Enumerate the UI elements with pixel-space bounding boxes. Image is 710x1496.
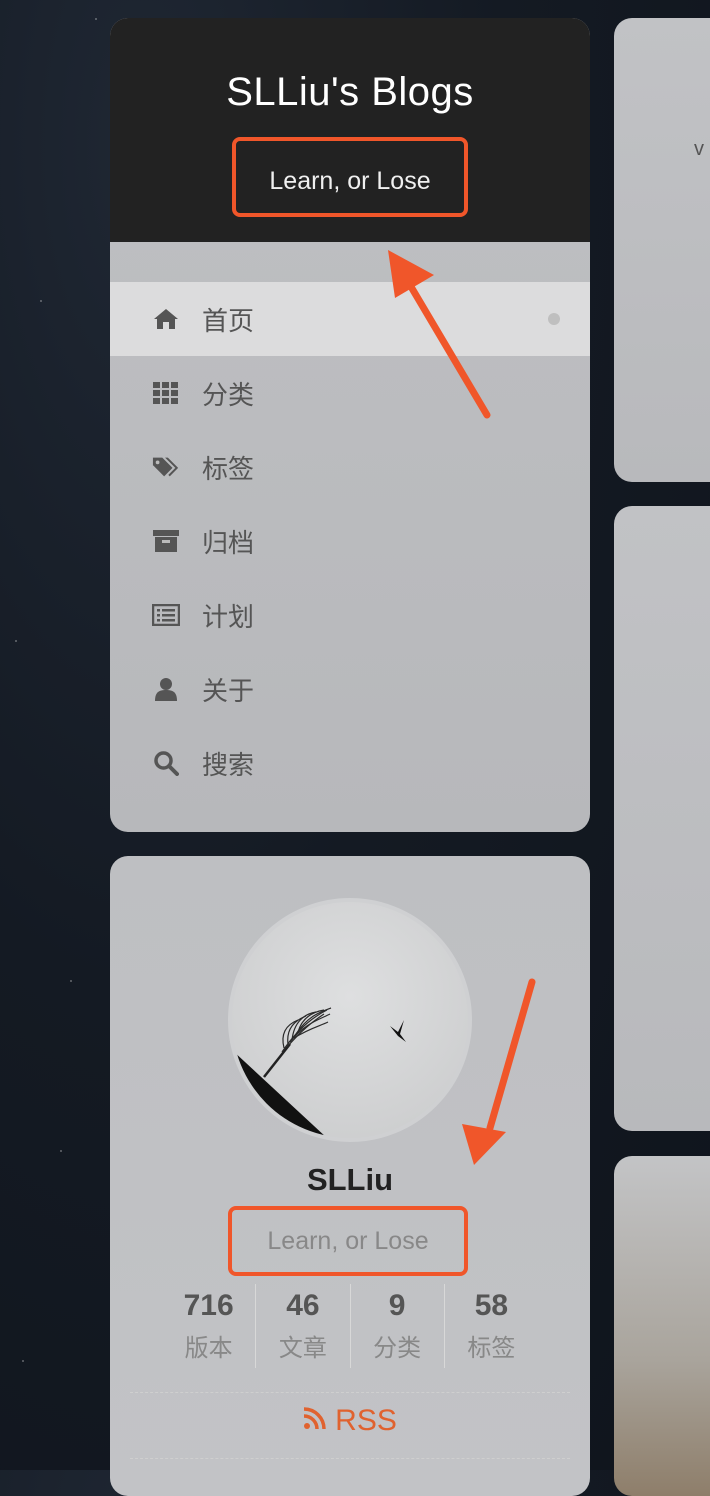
archive-icon (152, 527, 180, 555)
rss-link[interactable]: RSS (110, 1404, 590, 1438)
post-card-text: v (694, 138, 704, 160)
stat-categories[interactable]: 9 分类 (349, 1284, 444, 1368)
stat-label: 文章 (278, 1334, 327, 1362)
menu-item-search[interactable]: 搜索 (110, 726, 590, 800)
rss-icon (303, 1404, 327, 1438)
menu-item-label: 首页 (202, 306, 255, 337)
post-card-peek[interactable]: v (614, 18, 710, 482)
stat-label: 标签 (467, 1334, 516, 1362)
stat-label: 分类 (373, 1334, 422, 1362)
tags-icon (152, 453, 180, 481)
stat-count: 46 (286, 1289, 320, 1322)
menu-item-about[interactable]: 关于 (110, 652, 590, 726)
divider (130, 1458, 570, 1459)
menu-item-label: 标签 (202, 454, 255, 485)
site-subtitle: Learn, or Lose (232, 137, 468, 217)
main-menu: 首页 分类 标签 归档 计划 关于 搜索 (110, 282, 590, 800)
avatar (228, 898, 472, 1142)
author-name: SLLiu (306, 1162, 394, 1197)
menu-item-home[interactable]: 首页 (110, 282, 590, 356)
active-indicator-dot (548, 313, 560, 325)
grid-icon (152, 379, 180, 407)
divider (130, 1392, 570, 1393)
list-icon (152, 601, 180, 629)
stat-count: 716 (183, 1289, 234, 1322)
menu-item-tags[interactable]: 标签 (110, 430, 590, 504)
menu-item-label: 计划 (202, 602, 255, 633)
menu-item-plan[interactable]: 计划 (110, 578, 590, 652)
menu-item-archives[interactable]: 归档 (110, 504, 590, 578)
stat-label: 版本 (184, 1334, 233, 1362)
search-icon (152, 749, 180, 777)
menu-item-label: 分类 (202, 380, 255, 411)
sidebar-menu-card: SLLiu's Blogs Learn, or Lose 首页 分类 标签 归档… (110, 18, 590, 832)
menu-item-categories[interactable]: 分类 (110, 356, 590, 430)
menu-item-label: 搜索 (202, 750, 255, 781)
site-title[interactable]: SLLiu's Blogs (110, 18, 590, 115)
site-stats: 716 版本 46 文章 9 分类 58 标签 (162, 1284, 538, 1368)
author-profile-card: SLLiu Learn, or Lose 716 版本 46 文章 9 分类 5… (110, 856, 590, 1496)
site-brand: SLLiu's Blogs Learn, or Lose (110, 18, 590, 242)
stat-tags[interactable]: 58 标签 (443, 1284, 538, 1368)
rss-label: RSS (335, 1404, 397, 1437)
author-motto: Learn, or Lose (228, 1206, 468, 1276)
stat-versions[interactable]: 716 版本 (162, 1284, 255, 1368)
menu-item-label: 关于 (202, 676, 255, 707)
post-card-peek[interactable] (614, 1156, 710, 1496)
stat-count: 58 (474, 1289, 509, 1322)
stat-posts[interactable]: 46 文章 (255, 1284, 349, 1368)
menu-item-label: 归档 (202, 528, 255, 559)
home-icon (152, 305, 180, 333)
user-icon (152, 675, 180, 703)
stat-count: 9 (388, 1289, 406, 1322)
post-card-peek[interactable]: 简 (614, 506, 710, 1403)
